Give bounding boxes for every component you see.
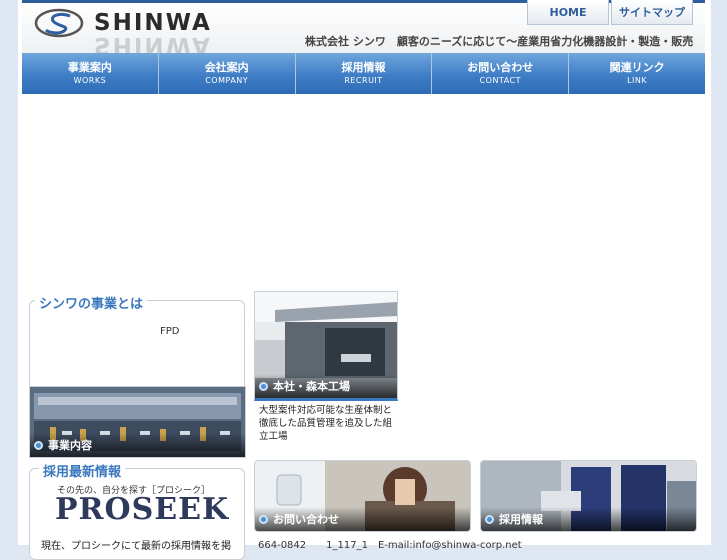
brand-name[interactable]: SHINWA	[94, 10, 212, 36]
sitemap-link[interactable]: サイトマップ	[611, 0, 693, 25]
nav-item-company[interactable]: 会社案内 COMPANY	[159, 53, 296, 94]
bullet-icon	[259, 381, 268, 391]
factory-description: 大型案件対応可能な生産体制と徹底した品質管理を追及した組立工場	[259, 405, 393, 442]
nav-item-label: お問い合わせ	[467, 60, 534, 74]
bullet-icon	[34, 440, 43, 450]
business-photo-caption: 事業内容	[30, 433, 245, 457]
caption-label: 本社・森本工場	[273, 380, 350, 393]
nav-item-recruit[interactable]: 採用情報 RECRUIT	[296, 53, 433, 94]
recruit-banner-caption: 採用情報	[481, 507, 696, 531]
business-photo-link[interactable]: 事業内容	[29, 386, 246, 458]
main-navigation: 事業案内 WORKS 会社案内 COMPANY 採用情報 RECRUIT お問い…	[22, 53, 705, 94]
nav-item-label: 会社案内	[204, 60, 249, 74]
nav-item-sublabel: LINK	[627, 75, 648, 85]
home-link[interactable]: HOME	[527, 0, 609, 25]
proseek-logo-text: PROSEEK	[55, 492, 230, 527]
caption-label: お問い合わせ	[273, 513, 339, 526]
nav-item-sublabel: WORKS	[73, 75, 107, 85]
recruit-banner[interactable]: 採用情報	[480, 460, 697, 532]
nav-item-works[interactable]: 事業案内 WORKS	[22, 53, 159, 94]
bullet-icon	[259, 514, 268, 524]
nav-item-sublabel: CONTACT	[479, 75, 521, 85]
about-body: FPD	[160, 326, 180, 337]
factory-photo-link[interactable]: 本社・森本工場	[254, 291, 398, 401]
company-tagline: 株式会社 シンワ 顧客のニーズに応じて〜産業用省力化機器設計・製造・販売	[305, 35, 694, 48]
contact-banner[interactable]: お問い合わせ	[254, 460, 471, 532]
caption-label: 採用情報	[499, 513, 543, 526]
factory-photo-caption: 本社・森本工場	[255, 374, 397, 398]
bullet-icon	[485, 514, 494, 524]
nav-item-label: 関連リンク	[609, 60, 665, 74]
nav-item-link[interactable]: 関連リンク LINK	[569, 53, 705, 94]
nav-item-sublabel: COMPANY	[205, 75, 249, 85]
contact-banner-caption: お問い合わせ	[255, 507, 470, 531]
proseek-logo[interactable]: PROSEEK	[55, 492, 229, 527]
about-box	[29, 300, 245, 389]
shinwa-logo-icon	[34, 8, 84, 38]
about-title: シンワの事業とは	[35, 293, 148, 312]
nav-item-contact[interactable]: お問い合わせ CONTACT	[432, 53, 570, 94]
nav-item-sublabel: RECRUIT	[344, 75, 383, 85]
brand-name-reflection: SHINWA	[94, 37, 212, 53]
caption-label: 事業内容	[48, 439, 92, 452]
footer-contact-info: 664-0842 1_117_1 E-mail:info@shinwa-corp…	[258, 540, 522, 551]
recruit-news-title: 採用最新情報	[39, 461, 126, 480]
nav-item-label: 事業案内	[67, 60, 112, 74]
nav-item-label: 採用情報	[341, 60, 386, 74]
